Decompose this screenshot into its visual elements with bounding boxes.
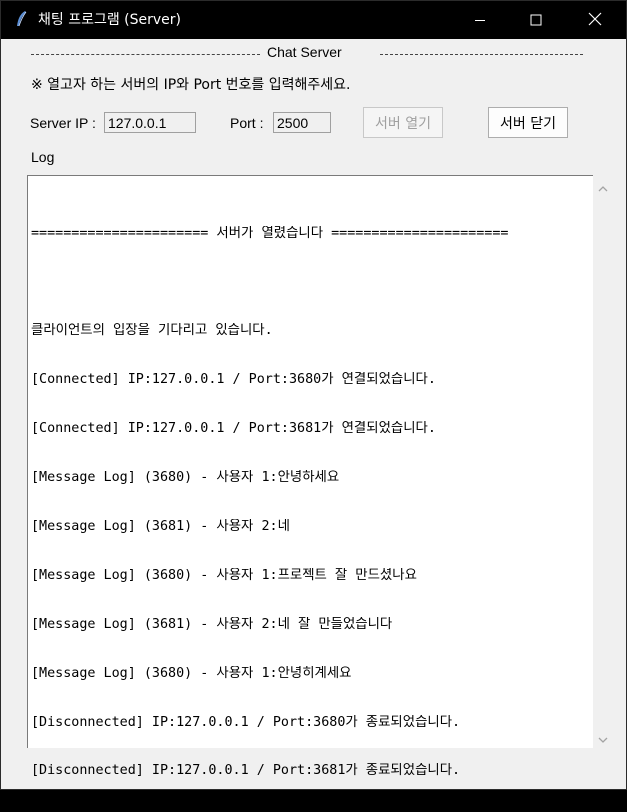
divider-left [31,54,260,55]
open-server-button[interactable]: 서버 열기 [363,107,443,138]
server-ip-label: Server IP : [30,115,96,131]
feather-icon [14,10,30,28]
log-line: [Message Log] (3680) - 사용자 1:안녕히계세요 [31,665,352,681]
server-ip-input[interactable]: 127.0.0.1 [104,112,196,133]
log-line: [Message Log] (3681) - 사용자 2:네 [31,518,290,534]
close-server-button[interactable]: 서버 닫기 [488,107,568,138]
maximize-icon [530,11,542,30]
close-button[interactable] [572,1,618,39]
divider-right [380,54,583,55]
log-line: 클라이언트의 입장을 기다리고 있습니다. [31,323,273,339]
log-label: Log [31,149,55,165]
server-window: 채팅 프로그램 (Server) Chat Server ※ 열고자 하는 서버… [0,0,627,790]
log-line: [Message Log] (3680) - 사용자 1:프로젝트 잘 만드셨나… [31,567,417,583]
log-line: [Connected] IP:127.0.0.1 / Port:3680가 연결… [31,372,436,388]
section-title: Chat Server [267,44,342,60]
log-line: [Disconnected] IP:127.0.0.1 / Port:3681가… [31,763,461,779]
window-title: 채팅 프로그램 (Server) [38,12,182,28]
minimize-button[interactable] [457,1,503,39]
log-list: ====================== 서버가 열렸습니다 =======… [31,193,591,812]
port-label: Port : [230,115,264,131]
minimize-icon [474,11,486,30]
log-line: [Connected] IP:127.0.0.1 / Port:3681가 연결… [31,421,436,437]
log-line: [Disconnected] IP:127.0.0.1 / Port:3680가… [31,714,461,730]
chevron-up-icon[interactable] [597,180,609,192]
title-bar[interactable]: 채팅 프로그램 (Server) [1,1,626,39]
chevron-down-icon[interactable] [597,731,609,743]
log-textarea[interactable]: ====================== 서버가 열렸습니다 =======… [27,175,593,778]
log-line: [Message Log] (3680) - 사용자 1:안녕하세요 [31,470,340,486]
log-line: ====================== 서버가 열렸습니다 =======… [31,225,509,241]
section-header: Chat Server [31,44,583,62]
close-icon [588,11,602,30]
log-scrollbar[interactable] [593,175,613,748]
maximize-button[interactable] [513,1,559,39]
port-input[interactable]: 2500 [273,112,331,133]
log-line: [Message Log] (3681) - 사용자 2:네 잘 만들었습니다 [31,616,393,632]
instruction-text: ※ 열고자 하는 서버의 IP와 Port 번호를 입력해주세요. [31,77,351,93]
